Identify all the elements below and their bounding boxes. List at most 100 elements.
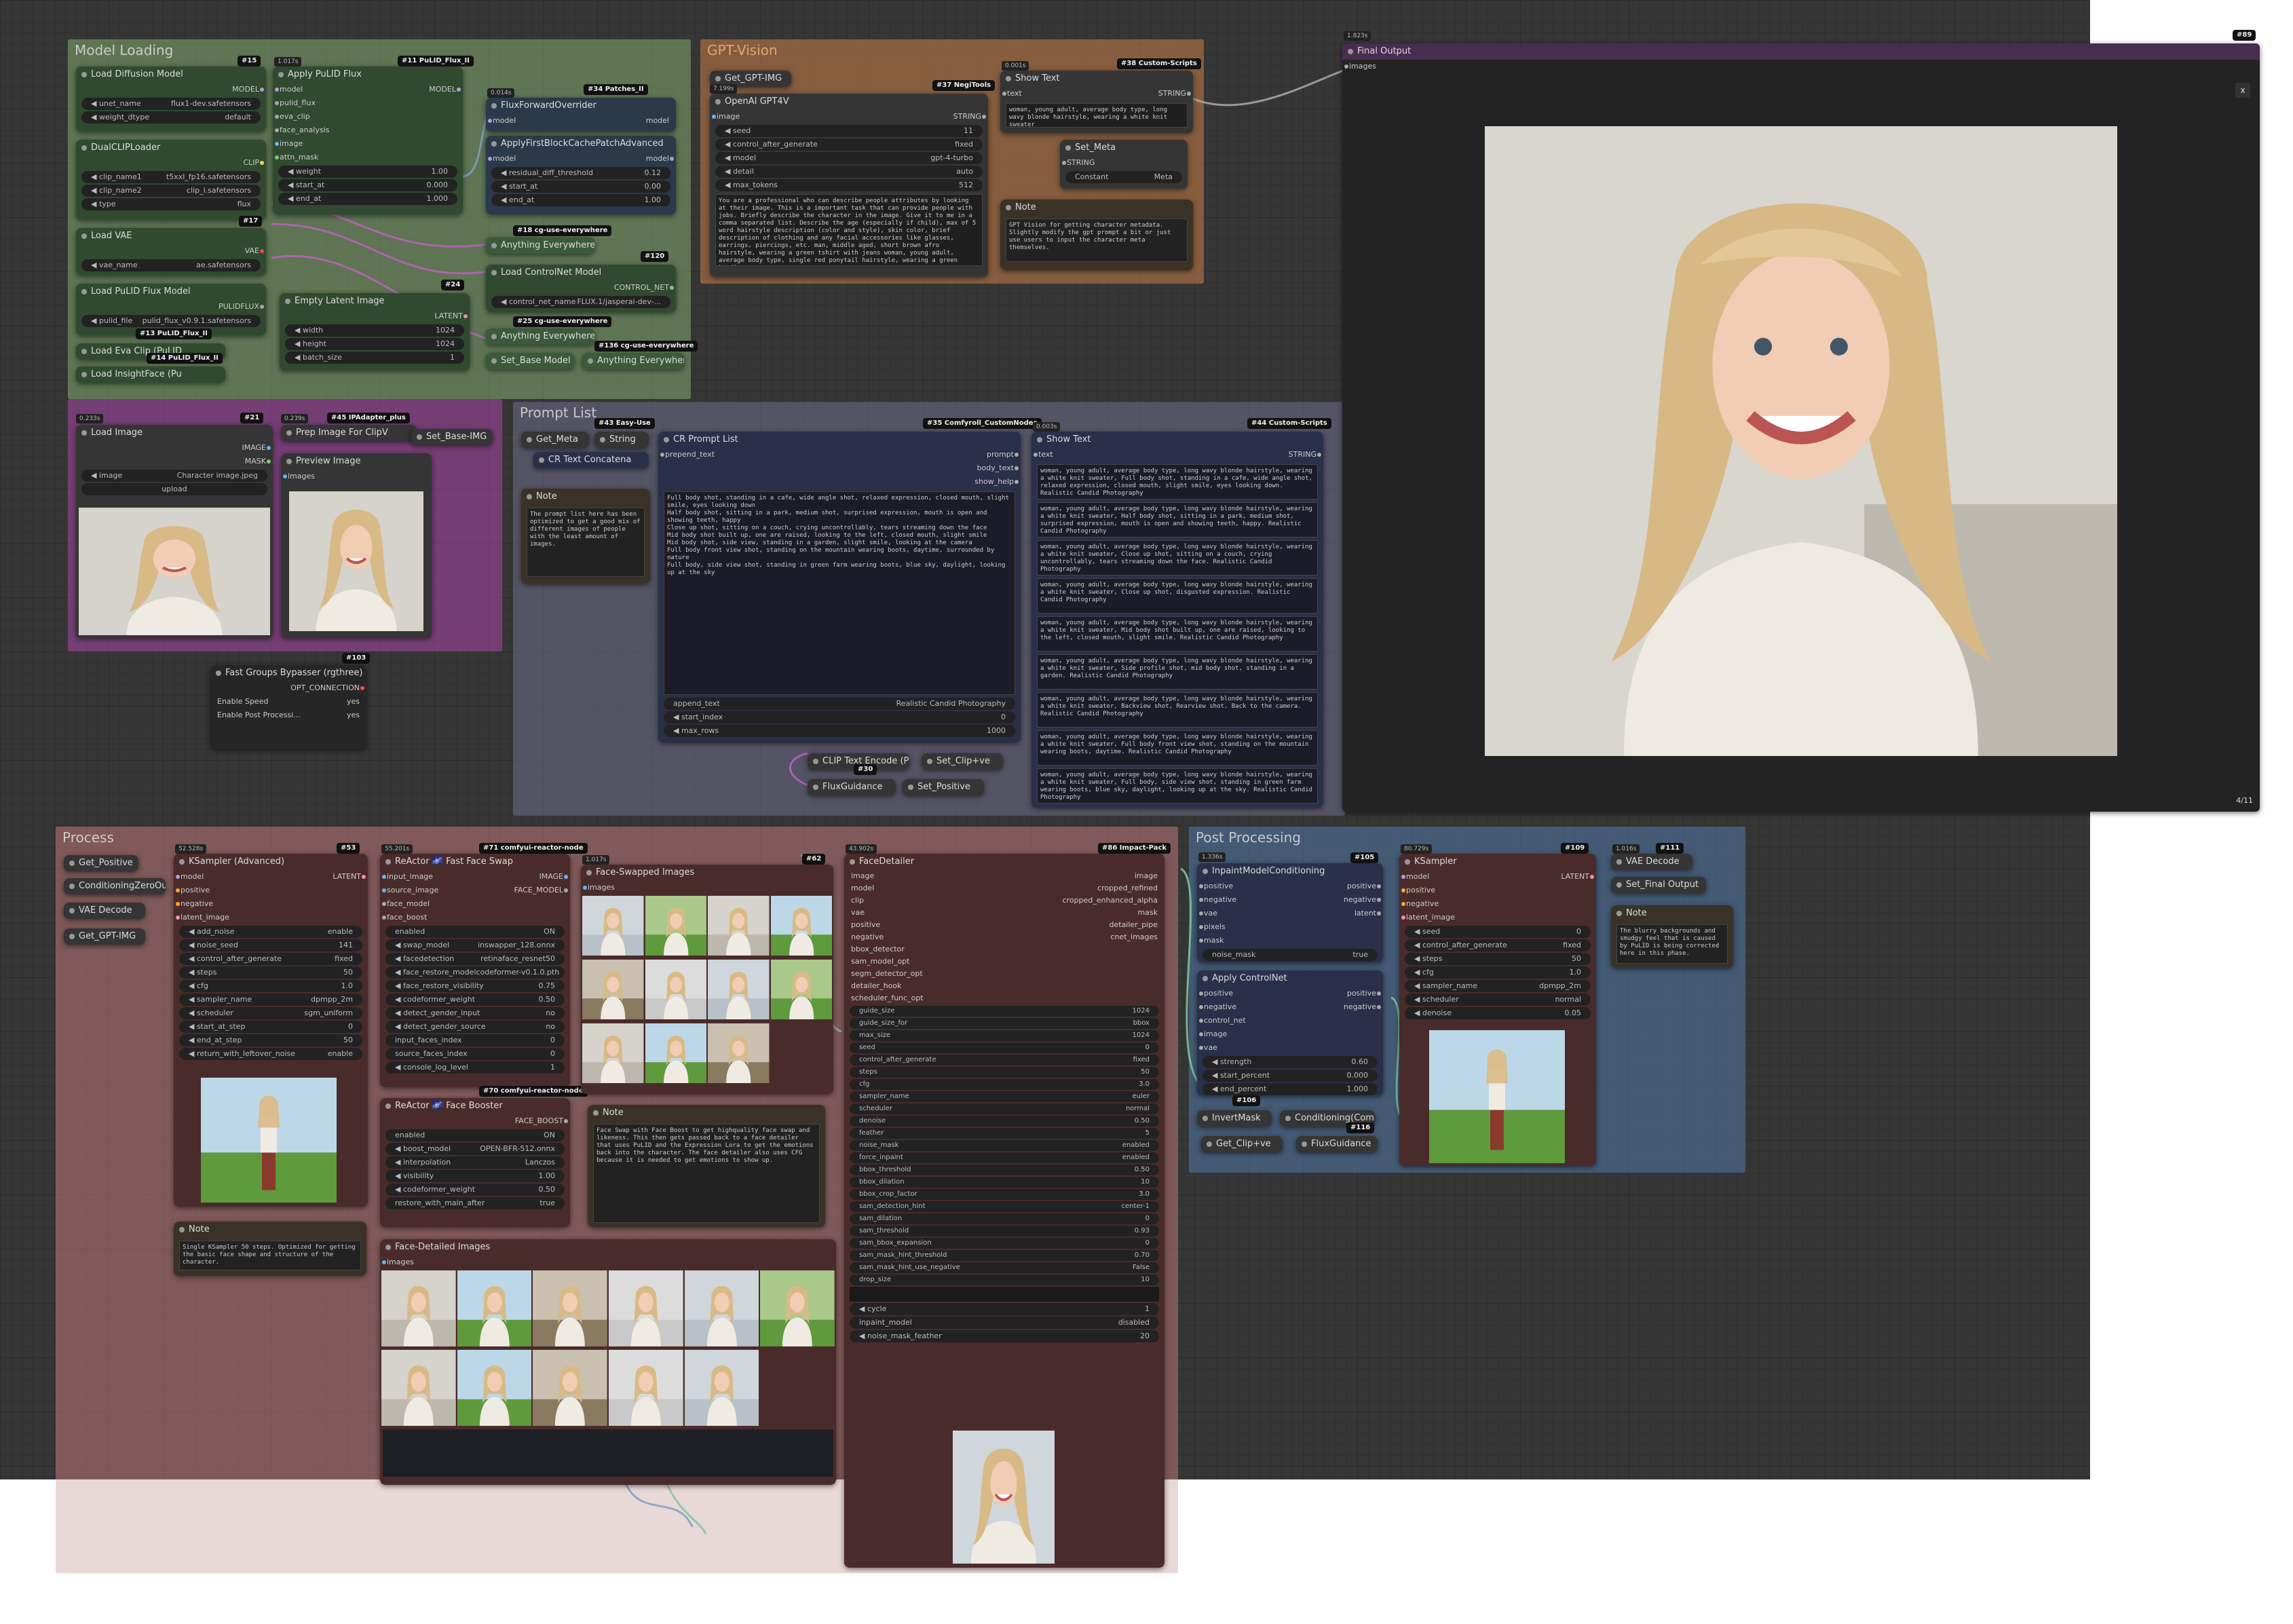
vae-name-widget[interactable]: ◀ vae_name ae.safetensors	[81, 259, 261, 271]
facedetection-widget[interactable]: ◀ facedetection retinaface_resnet50	[385, 953, 565, 965]
cfg-widget[interactable]: cfg 3.0	[850, 1079, 1159, 1090]
add-noise-widget[interactable]: ◀ add_noise enable	[179, 926, 362, 938]
node-note-prompt[interactable]: Note The prompt list here has been optim…	[521, 489, 650, 584]
thumbnail-image[interactable]	[457, 1350, 532, 1426]
guide-size-widget[interactable]: guide_size 1024	[850, 1006, 1159, 1017]
node-conditioning-zero-out[interactable]: ConditioningZeroOut	[64, 878, 166, 894]
node-note-face-swap[interactable]: Note Face Swap with Face Boost to get hi…	[588, 1105, 825, 1227]
node-show-text-gpt[interactable]: Show Text text STRING woman, young adult,…	[1000, 71, 1193, 133]
cfg-widget[interactable]: ◀ cfg 1.0	[179, 980, 362, 992]
node-load-image[interactable]: Load Image IMAGE MASK ◀ image Character i…	[76, 425, 273, 638]
scheduler-widget[interactable]: ◀ scheduler normal	[1405, 994, 1591, 1006]
node-apply-first-block-cache[interactable]: ApplyFirstBlockCachePatchAdvanced model m…	[486, 136, 676, 214]
strength-widget[interactable]: ◀ strength 0.60	[1202, 1056, 1378, 1068]
node-vae-decode[interactable]: VAE Decode	[64, 903, 145, 919]
thumbnail-image[interactable]	[533, 1270, 607, 1346]
enabled-toggle[interactable]: enabled ON	[385, 1129, 565, 1141]
node-note-post[interactable]: Note The blurry backgrounds and smudgy f…	[1611, 905, 1733, 968]
node-set-final-output[interactable]: Set_Final Output	[1611, 877, 1706, 893]
thumbnail-image[interactable]	[770, 960, 832, 1019]
guide-size-for-widget[interactable]: guide_size_for bbox	[850, 1018, 1159, 1029]
noise-seed-widget[interactable]: ◀ noise_seed 141	[179, 939, 362, 951]
visibility-widget[interactable]: ◀ visibility 1.00	[385, 1170, 565, 1182]
detail-widget[interactable]: ◀ detail auto	[715, 166, 983, 178]
end-at-step-widget[interactable]: ◀ end_at_step 50	[179, 1034, 362, 1046]
node-flux-guidance-2[interactable]: FluxGuidance	[1296, 1136, 1378, 1152]
start-percent-widget[interactable]: ◀ start_percent 0.000	[1202, 1070, 1378, 1082]
steps-widget[interactable]: ◀ steps 50	[1405, 953, 1591, 965]
return-with-leftover-noise-widget[interactable]: ◀ return_with_leftover_noise enable	[179, 1048, 362, 1060]
node-load-controlnet-model[interactable]: Load ControlNet Model CONTROL_NET ◀ cont…	[486, 265, 676, 312]
interpolation-widget[interactable]: ◀ interpolation Lanczos	[385, 1156, 565, 1169]
end-at-widget[interactable]: ◀ end_at 1.000	[278, 193, 457, 205]
node-load-pulid-model[interactable]: Load PuLID Flux Model PULIDFLUX ◀ pulid_…	[76, 284, 266, 335]
thumbnail-image[interactable]	[533, 1350, 607, 1426]
weight-widget[interactable]: ◀ weight 1.00	[278, 166, 457, 178]
thumbnail-image[interactable]	[608, 1270, 683, 1346]
node-preview-image[interactable]: Preview Image images	[281, 453, 432, 638]
upload-button[interactable]: upload	[81, 483, 267, 495]
note-text[interactable]: The blurry backgrounds and smudgy feel t…	[1616, 924, 1728, 964]
thumbnail-image[interactable]	[645, 1023, 706, 1083]
node-load-diffusion-model[interactable]: Load Diffusion Model MODEL ◀ unet_name fl…	[76, 67, 266, 132]
clip-name1-widget[interactable]: ◀ clip_name1 t5xxl_fp16.safetensors	[81, 171, 261, 183]
input-faces-index-widget[interactable]: input_faces_index 0	[385, 1034, 565, 1046]
node-ksampler-advanced[interactable]: KSampler (Advanced) model LATENT positive…	[174, 854, 368, 1207]
control-after-generate-widget[interactable]: ◀ control_after_generate fixed	[179, 953, 362, 965]
end-percent-widget[interactable]: ◀ end_percent 1.000	[1202, 1083, 1378, 1095]
node-set-clip-ve[interactable]: Set_Clip+ve	[922, 753, 1003, 770]
console-log-level-widget[interactable]: ◀ console_log_level 1	[385, 1061, 565, 1074]
close-preview-button[interactable]: x	[2235, 83, 2250, 98]
node-empty-latent-image[interactable]: Empty Latent Image LATENT ◀ width 1024 ◀ …	[280, 293, 470, 371]
bbox-dilation-widget[interactable]: bbox_dilation 10	[850, 1177, 1159, 1188]
prompt-list-textarea[interactable]: Full body shot, standing in a cafe, wide…	[664, 491, 1015, 695]
control-after-generate-widget[interactable]: ◀ control_after_generate fixed	[1405, 939, 1591, 951]
thumbnail-image[interactable]	[708, 896, 770, 956]
node-reactor-face-booster[interactable]: ReActor 🌌 Face Booster FACE_BOOST enable…	[380, 1098, 570, 1227]
cycle-widget[interactable]: ◀ cycle 1	[850, 1303, 1159, 1315]
note-text[interactable]: The prompt list here has been optimized …	[527, 508, 645, 577]
drop-size-widget[interactable]: drop_size 10	[850, 1274, 1159, 1285]
sampler-name-widget[interactable]: ◀ sampler_name dpmpp_2m	[1405, 980, 1591, 992]
append-text-widget[interactable]: append_text Realistic Candid Photography	[664, 698, 1015, 710]
thumbnail-image[interactable]	[381, 1270, 456, 1346]
node-get-positive[interactable]: Get_Positive	[64, 855, 138, 871]
scheduler-widget[interactable]: ◀ scheduler sgm_uniform	[179, 1007, 362, 1019]
node-reactor-fast-face-swap[interactable]: ReActor 🌌 Fast Face Swap input_image IMAG…	[380, 854, 570, 1087]
enabled-toggle[interactable]: enabled ON	[385, 926, 565, 938]
thumbnail-image[interactable]	[684, 1270, 759, 1346]
swap-model-widget[interactable]: ◀ swap_model inswapper_128.onnx	[385, 939, 565, 951]
node-load-vae[interactable]: Load VAE VAE ◀ vae_name ae.safetensors	[76, 228, 266, 276]
node-note-process[interactable]: Note Single KSampler 50 steps. Optimized…	[174, 1222, 366, 1276]
sam-mask-hint-threshold-widget[interactable]: sam_mask_hint_threshold 0.70	[850, 1250, 1159, 1261]
noise-mask-widget[interactable]: noise_mask true	[1202, 949, 1378, 961]
toggle-enable-post[interactable]: Enable Post Processi... yes	[210, 709, 366, 722]
control-after-generate-widget[interactable]: ◀ control_after_generate fixed	[715, 138, 983, 151]
codeformer-weight-widget[interactable]: ◀ codeformer_weight 0.50	[385, 994, 565, 1006]
node-show-text-prompts[interactable]: Show Text text STRING woman, young adult,…	[1031, 432, 1323, 808]
thumbnail-image[interactable]	[582, 1023, 644, 1083]
cfg-widget[interactable]: ◀ cfg 1.0	[1405, 966, 1591, 979]
node-anything-everywhere[interactable]: Anything Everywhere	[486, 328, 594, 345]
model-widget[interactable]: ◀ model gpt-4-turbo	[715, 152, 983, 164]
sam-threshold-widget[interactable]: sam_threshold 0.93	[850, 1226, 1159, 1236]
node-face-detailed-images[interactable]: Face-Detailed Images images	[380, 1239, 836, 1485]
bbox-threshold-widget[interactable]: bbox_threshold 0.50	[850, 1165, 1159, 1175]
denoise-widget[interactable]: denoise 0.50	[850, 1116, 1159, 1127]
note-text[interactable]: Single KSampler 50 steps. Optimized for …	[179, 1241, 361, 1270]
control-net-name-widget[interactable]: ◀ control_net_name FLUX.1/jasperai-dev-..…	[491, 296, 670, 308]
thumbnail-image[interactable]	[760, 1270, 835, 1346]
sam-dilation-widget[interactable]: sam_dilation 0	[850, 1213, 1159, 1224]
max-rows-widget[interactable]: ◀ max_rows 1000	[664, 725, 1015, 737]
face-restore-model-widget[interactable]: ◀ face_restore_model codeformer-v0.1.0.pt…	[385, 966, 565, 979]
seed-widget[interactable]: seed 0	[850, 1042, 1159, 1053]
node-dual-clip-loader[interactable]: DualCLIPLoader CLIP ◀ clip_name1 t5xxl_fp…	[76, 140, 266, 220]
node-ksampler[interactable]: KSampler model LATENT positive negative l…	[1399, 854, 1596, 1166]
sampler-name-widget[interactable]: sampler_name euler	[850, 1091, 1159, 1102]
node-cr-prompt-list[interactable]: CR Prompt List prepend_text prompt body_t…	[658, 432, 1021, 742]
denoise-widget[interactable]: ◀ denoise 0.05	[1405, 1007, 1591, 1019]
node-get-clip-ve[interactable]: Get_Clip+ve	[1201, 1136, 1283, 1152]
thumbnail-image[interactable]	[582, 960, 644, 1019]
max-tokens-widget[interactable]: ◀ max_tokens 512	[715, 179, 983, 191]
thumbnail-image[interactable]	[582, 896, 644, 956]
